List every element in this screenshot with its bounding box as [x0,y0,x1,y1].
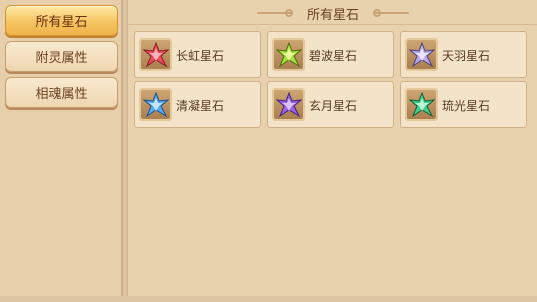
stone-name: 碧波星石 [309,49,358,63]
red-star-stone-icon [142,41,169,67]
stone-name: 天羽星石 [442,49,491,63]
scroll-ornament-left-icon [256,8,293,18]
stone-cell-qingning[interactable]: 清凝星石 [134,81,261,128]
sidebar-item-attach-spirit[interactable]: 附灵属性 [5,41,118,72]
stone-cell-bibo[interactable]: 碧波星石 [267,31,394,78]
stone-icon-frame [405,38,438,71]
sidebar-item-all-stones[interactable]: 所有星石 [5,5,118,36]
stone-cell-liuguang[interactable]: 琉光星石 [400,81,527,128]
stone-icon-frame [139,88,172,121]
stone-name: 琉光星石 [442,99,491,113]
stone-icon-frame [139,38,172,71]
blue-star-stone-icon [142,91,169,117]
stone-list-panel: 所有星石 长虹星石 碧波星石 天羽星石 清凝星石 玄月星石 琉光星石 [127,0,537,296]
lavender-star-stone-icon [408,41,435,67]
sidebar-item-label: 附灵属性 [35,51,88,66]
sidebar-item-label: 相魂属性 [35,87,88,102]
purple-star-stone-icon [275,91,302,117]
scroll-ornament-right-icon [373,8,409,18]
stone-name: 清凝星石 [176,99,225,113]
stone-icon-frame [405,88,438,121]
stone-cell-tianyu[interactable]: 天羽星石 [400,31,527,78]
star-stone-window: 所有星石 附灵属性 相魂属性 所有星石 长虹星石 碧波星石 天羽星石 清凝星石 … [0,0,537,302]
green-star-stone-icon [275,41,302,67]
stone-icon-frame [272,88,305,121]
sidebar-item-phase-soul[interactable]: 相魂属性 [5,77,118,108]
stone-name: 长虹星石 [176,49,225,63]
panel-title: 所有星石 [306,7,359,23]
stone-cell-changhong[interactable]: 长虹星石 [134,31,261,78]
stone-icon-frame [272,38,305,71]
stone-cell-xuanyue[interactable]: 玄月星石 [267,81,394,128]
header-divider [128,24,537,25]
stone-name: 玄月星石 [309,99,358,113]
panel-header: 所有星石 [128,0,537,26]
teal-star-stone-icon [408,91,435,117]
category-sidebar: 所有星石 附灵属性 相魂属性 [0,0,123,296]
sidebar-item-label: 所有星石 [35,15,88,30]
